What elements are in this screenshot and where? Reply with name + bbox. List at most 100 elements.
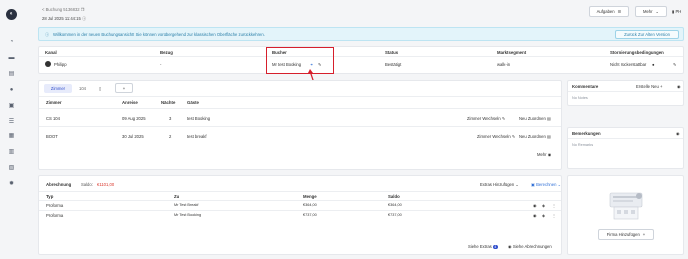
list-icon[interactable]: ☰ <box>8 119 15 126</box>
more-button[interactable]: Mehr ⌄ <box>635 6 667 17</box>
rooms-card: Zimmer 104 ▯ + Zimmer Anreise Nächte Gäs… <box>38 80 562 170</box>
reassign-button[interactable]: Neu Zuordnen ▤ <box>519 134 551 139</box>
reference-value: - <box>160 62 162 67</box>
segment-value: walk-in <box>497 62 511 67</box>
change-room-button[interactable]: Zimmer Wechseln ✎ <box>477 134 515 139</box>
calculator-icon: ▣ <box>531 182 535 187</box>
chart-icon[interactable]: ▧ <box>8 165 15 172</box>
arrival-date: 30 Jul 2025 <box>122 134 144 139</box>
contacts-icon[interactable]: ▥ <box>8 149 15 156</box>
eye-icon[interactable]: ◉ <box>533 213 537 218</box>
user-icon: ▮ <box>672 9 675 14</box>
remarks-empty-text: No Remarks <box>572 143 594 147</box>
header-type: Typ <box>46 194 54 199</box>
header-arrival: Anreise <box>122 100 138 105</box>
add-extras-button[interactable]: Extras Hinzufügen ⌄ <box>480 182 519 187</box>
banner-text: Willkommen in der neuen Buchungsansicht!… <box>53 32 265 37</box>
download-icon[interactable]: ◈ <box>542 203 545 208</box>
see-extras-button[interactable]: Siehe Extras 4 <box>468 244 498 249</box>
chat-icon[interactable]: ● <box>8 87 15 94</box>
document-icon: ▤ <box>546 116 551 121</box>
balance-value: €1101,00 <box>97 182 115 187</box>
plus-icon: + <box>659 84 663 89</box>
header-guests: Gäste <box>187 100 199 105</box>
invoice-amount: €364,00 <box>303 203 317 207</box>
logo-icon[interactable]: ◐ <box>6 9 17 20</box>
tab-room-104[interactable]: 104 <box>79 84 93 93</box>
chevron-down-icon: ⌄ <box>557 182 562 187</box>
more-vert-icon[interactable]: ⋮ <box>552 203 556 208</box>
highlight-box <box>266 47 334 74</box>
extras-count-badge: 4 <box>492 245 498 249</box>
eye-icon[interactable]: ◉ <box>676 131 680 136</box>
table-row[interactable]: CS 104 09 Aug 2025 3 test Booking Zimmer… <box>39 109 561 126</box>
invoice-recipient: Mr Test Breakf <box>174 203 199 207</box>
add-room-button[interactable]: + <box>115 83 133 93</box>
create-comment-button[interactable]: Erstelle Neu + <box>636 84 662 89</box>
comments-title: Kommentare <box>572 84 599 89</box>
list-icon: ☰ <box>617 9 622 14</box>
room-name: CS 104 <box>46 116 60 121</box>
table-row[interactable]: BOOT 30 Jul 2025 2 test breakf Zimmer We… <box>39 127 561 144</box>
dashboard-icon[interactable]: ◔ <box>8 39 15 46</box>
info-banner: ⓘ Willkommen in der neuen Buchungsansich… <box>38 27 684 41</box>
remarks-title: Bemerkungen <box>572 131 601 136</box>
document-icon: ▤ <box>546 134 551 139</box>
nights-count: 3 <box>169 116 172 121</box>
document-icon[interactable]: ▤ <box>8 71 15 78</box>
settings-icon[interactable]: ✹ <box>8 181 15 188</box>
invoice-balance: €364,00 <box>388 203 402 207</box>
table-row[interactable]: Proforma Mr Test Breakf €364,00 €364,00 … <box>39 201 561 210</box>
more-vert-icon[interactable]: ⋮ <box>552 213 556 218</box>
booking-date: 28 Jul 2025 11:44:15 ⓘ <box>42 16 87 21</box>
back-to-old-version-button[interactable]: Zurück Zur Alten Version <box>615 30 679 39</box>
billing-title: Abrechnung <box>46 182 72 187</box>
channel-avatar <box>45 61 51 67</box>
eye-icon: ◉ <box>547 152 552 157</box>
tasks-button[interactable]: Aufgaben ☰ <box>589 6 629 17</box>
calculate-button[interactable]: ▣ Berechnen ⌄ <box>531 182 561 187</box>
header-status: Status <box>385 50 399 55</box>
info-icon: ⓘ <box>81 16 87 21</box>
invoice-balance: €737,00 <box>388 213 402 217</box>
cancellation-value: Nicht rückerstattbar <box>610 62 647 67</box>
arrival-date: 09 Aug 2025 <box>122 116 146 121</box>
header-nights: Nächte <box>161 100 176 105</box>
edit-icon[interactable]: ✎ <box>673 62 677 67</box>
eye-icon[interactable]: ◉ <box>677 84 681 89</box>
channel-value: Philipp <box>54 62 67 67</box>
table-row[interactable]: Proforma Mr Test Booking €737,00 €737,00… <box>39 211 561 220</box>
plus-icon: + <box>642 232 646 237</box>
eye-icon[interactable]: ◉ <box>533 203 537 208</box>
tab-rooms[interactable]: Zimmer <box>44 84 72 93</box>
balance-label: Saldo: <box>81 182 93 187</box>
bed-icon[interactable]: ▬ <box>8 55 15 62</box>
company-illustration <box>609 192 643 220</box>
add-company-button[interactable]: Firma Hinzufügen + <box>598 229 654 240</box>
header-segment: Marktsegment <box>497 50 527 55</box>
tablet-icon[interactable]: ▯ <box>99 84 109 93</box>
header-to: Zu <box>174 194 180 199</box>
change-room-button[interactable]: Zimmer Wechseln ✎ <box>467 116 505 121</box>
room-name: BOOT <box>46 134 58 139</box>
more-rooms-button[interactable]: Mehr ◉ <box>537 152 551 157</box>
header-reference: Bezug <box>160 50 173 55</box>
copy-icon[interactable]: ❐ <box>81 7 85 12</box>
user-menu[interactable]: ▮ PH <box>672 9 681 14</box>
invoice-amount: €737,00 <box>303 213 317 217</box>
info-icon: ⓘ <box>45 32 50 37</box>
invoice-type: Proforma <box>46 203 64 208</box>
table-icon[interactable]: ▦ <box>8 133 15 140</box>
header-room: Zimmer <box>46 100 62 105</box>
breadcrumb[interactable]: < Buchung 5136832 ❐ <box>42 7 85 12</box>
reassign-button[interactable]: Neu Zuordnen ▤ <box>519 116 551 121</box>
download-icon[interactable]: ◈ <box>542 213 545 218</box>
company-card: Firma Hinzufügen + <box>567 175 684 255</box>
edit-icon: ✎ <box>511 134 516 139</box>
guest-name: test breakf <box>187 134 207 139</box>
see-invoices-button[interactable]: ◉ Siehe Abrechnungen <box>508 244 552 249</box>
wallet-icon[interactable]: ▣ <box>8 103 15 110</box>
eye-icon: ◉ <box>508 244 512 249</box>
chevron-down-icon: ⌄ <box>515 182 519 187</box>
invoice-type: Proforma <box>46 213 64 218</box>
